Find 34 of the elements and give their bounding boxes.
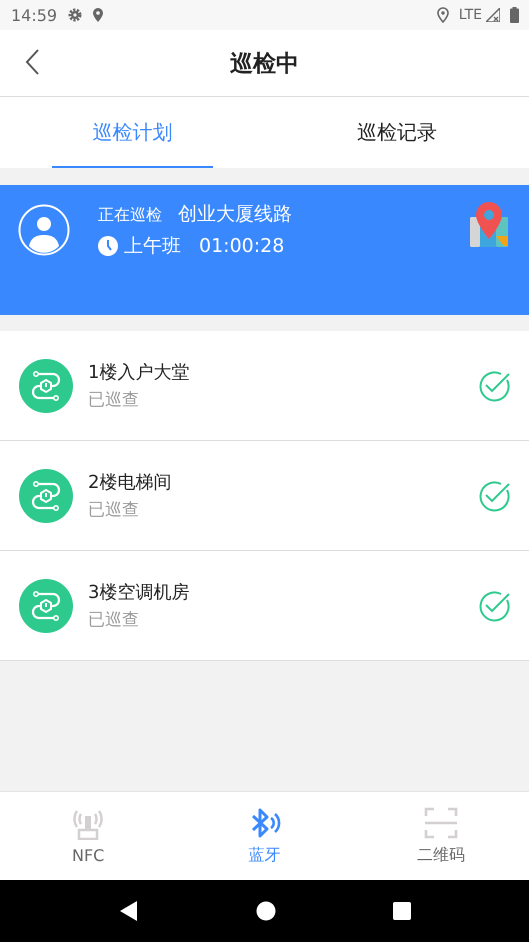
signal-icon bbox=[486, 8, 500, 22]
nav-tab[interactable]: 蓝牙 bbox=[176, 792, 353, 880]
checkpoint-name: 3楼空调机房 bbox=[88, 581, 190, 604]
tab[interactable]: 巡检记录 bbox=[264, 97, 529, 168]
scan-icon bbox=[424, 806, 458, 838]
antenna-icon bbox=[71, 808, 106, 840]
route-name: 创业大厦线路 bbox=[178, 202, 292, 227]
location-icon bbox=[436, 7, 449, 23]
back-button[interactable] bbox=[24, 48, 40, 76]
recents-icon[interactable] bbox=[392, 902, 410, 920]
checkpoint-status: 已巡查 bbox=[88, 499, 140, 521]
clock-icon bbox=[98, 236, 118, 256]
checkpoint-name: 1楼入户大堂 bbox=[88, 361, 190, 384]
shift-name: 上午班 bbox=[124, 234, 181, 259]
status-time: 14:59 bbox=[11, 6, 58, 24]
home-icon[interactable] bbox=[256, 901, 276, 921]
checkpoint-status: 已巡查 bbox=[88, 389, 140, 411]
settings-icon bbox=[67, 7, 84, 23]
route-icon bbox=[19, 468, 73, 522]
checkpoint-name: 2楼电梯间 bbox=[88, 471, 172, 494]
patrol-status: 正在巡检 bbox=[98, 205, 162, 226]
network-type: LTE bbox=[458, 7, 482, 23]
route-icon bbox=[19, 578, 73, 632]
avatar-icon bbox=[18, 204, 70, 256]
battery-icon bbox=[510, 7, 519, 23]
tab[interactable]: 巡检计划 bbox=[0, 97, 264, 168]
nav-tab[interactable]: NFC bbox=[0, 792, 176, 880]
back-icon[interactable] bbox=[118, 900, 138, 922]
page-title: 巡检中 bbox=[230, 50, 299, 78]
checkpoint-status: 已巡查 bbox=[88, 609, 140, 631]
route-icon bbox=[19, 358, 73, 412]
location-icon bbox=[93, 8, 104, 22]
elapsed-time: 01:00:28 bbox=[199, 235, 284, 257]
nav-tab[interactable]: 二维码 bbox=[352, 792, 529, 880]
